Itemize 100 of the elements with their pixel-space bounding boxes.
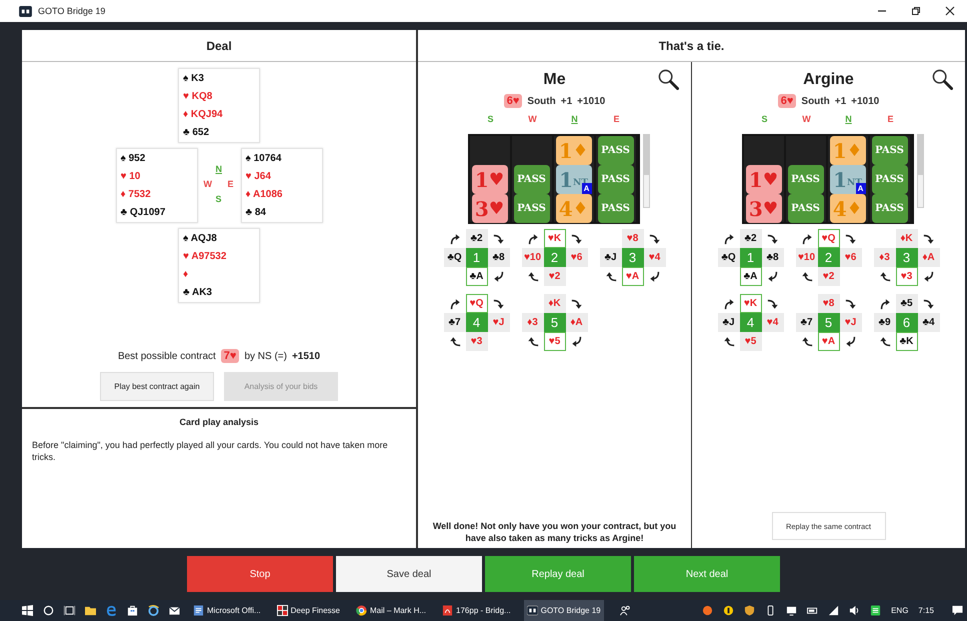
trick-number: 2 xyxy=(818,248,840,267)
score-text: +1010 xyxy=(577,96,606,106)
bid-card: 1♦ xyxy=(556,136,592,165)
search-icon[interactable] xyxy=(658,69,679,90)
trick-number: 1 xyxy=(740,248,762,267)
played-card: ♣2 xyxy=(466,229,488,248)
seat-label: W xyxy=(527,114,538,126)
played-card: ♦K xyxy=(896,229,918,248)
search-icon[interactable] xyxy=(43,605,54,616)
windows-start-icon[interactable] xyxy=(22,605,33,616)
bid-card: PASS xyxy=(514,194,550,223)
played-card: ♥5 xyxy=(544,332,566,351)
played-card: ♥J xyxy=(488,313,510,332)
played-card: ♣7 xyxy=(444,313,466,332)
played-card: ♥10 xyxy=(796,248,818,267)
bid-card: PASS xyxy=(788,165,824,194)
action-button[interactable]: Stop xyxy=(187,556,333,592)
restore-icon[interactable] xyxy=(911,6,921,16)
battery-icon[interactable] xyxy=(807,605,818,616)
trick-number: 4 xyxy=(740,313,762,332)
taskbar-app[interactable]: Mail – Mark H... xyxy=(353,600,430,621)
suit-holding: ♣ 84 xyxy=(246,206,267,218)
played-card: ♣K xyxy=(896,332,918,351)
played-card: ♥Q xyxy=(466,294,488,313)
close-icon[interactable] xyxy=(945,6,955,16)
bid-card: 3♥ xyxy=(746,194,782,223)
people-icon[interactable] xyxy=(620,605,631,616)
bid-card: 1♥ xyxy=(746,165,782,194)
window-title: GOTO Bridge 19 xyxy=(38,6,106,16)
deal-header: Deal xyxy=(22,30,416,62)
clock-time[interactable]: 7:15 xyxy=(918,606,934,615)
trick-number: 4 xyxy=(466,313,488,332)
compass-label: W xyxy=(204,179,212,189)
suit-holding: ♦ 7532 xyxy=(120,188,152,200)
player-name: Me xyxy=(543,71,566,89)
result-header: That's a tie. xyxy=(418,30,965,62)
bid-card: 4♦ xyxy=(556,194,592,223)
suit-holding: ♥ J64 xyxy=(246,171,272,182)
trick-number: 6 xyxy=(896,313,918,332)
overtricks-text: +1 xyxy=(560,96,572,106)
notification-icon[interactable] xyxy=(952,605,963,616)
declarer-text: South xyxy=(801,96,830,106)
seat-label: S xyxy=(760,114,768,126)
taskbar-app[interactable]: 176pp - Bridg... xyxy=(439,600,514,621)
bid-card: PASS xyxy=(598,194,634,223)
deal-button[interactable]: Play best contract again xyxy=(100,372,214,401)
trick-number: 5 xyxy=(818,313,840,332)
grid-icon xyxy=(276,605,288,616)
played-card: ♥3 xyxy=(896,267,918,286)
suit-holding: ♠ 10764 xyxy=(246,153,282,164)
speaker-icon[interactable] xyxy=(849,605,860,616)
envelope-icon[interactable] xyxy=(169,605,180,616)
usb-drive-icon[interactable] xyxy=(765,605,776,616)
search-icon[interactable] xyxy=(932,69,953,90)
folder-icon[interactable] xyxy=(85,605,96,616)
played-card: ♦A xyxy=(918,248,940,267)
suit-holding: ♠ AQJ8 xyxy=(183,233,218,244)
taskbar-app[interactable]: Deep Finesse xyxy=(274,600,343,621)
app-icon xyxy=(19,6,32,16)
played-card: ♥J xyxy=(840,313,862,332)
shield-icon[interactable] xyxy=(744,605,756,616)
browser-icon xyxy=(356,605,367,616)
seat-label: E xyxy=(886,114,894,126)
contract-badge: 6♥ xyxy=(778,94,796,108)
tray-app-icon[interactable] xyxy=(723,605,734,616)
tray-app-icon[interactable] xyxy=(870,605,882,616)
suit-holding: ♦ xyxy=(183,268,190,280)
shopping-bag-icon[interactable] xyxy=(127,605,138,616)
played-card: ♥A xyxy=(622,267,644,286)
bid-card: PASS xyxy=(872,194,908,223)
trick-number: 3 xyxy=(622,248,644,267)
browser-icon[interactable] xyxy=(148,605,159,616)
monitor-icon[interactable] xyxy=(786,605,798,616)
seat-label: N xyxy=(570,114,579,126)
task-view-icon[interactable] xyxy=(64,605,75,616)
played-card: ♣A xyxy=(740,267,762,286)
result-message: Well done! Not only have you won your contract, but you have also taken as many tricks as Argine! xyxy=(432,520,678,544)
browser-icon[interactable] xyxy=(106,605,117,616)
scrollbar[interactable] xyxy=(916,134,924,208)
played-card: ♣Q xyxy=(718,248,740,267)
suit-holding: ♣ 652 xyxy=(183,126,210,138)
declarer-text: by NS (=) xyxy=(244,350,287,362)
bid-card: 3♥ xyxy=(472,194,508,223)
taskbar-app[interactable]: GOTO Bridge 19 xyxy=(524,600,604,621)
scrollbar[interactable] xyxy=(642,134,650,208)
analysis-text: Before "claiming", you had perfectly played all your cards. You could not have taken more tricks. xyxy=(32,439,389,463)
bid-card: PASS xyxy=(514,165,550,194)
language-indicator[interactable]: ENG xyxy=(891,606,908,615)
suit-holding: ♥ 10 xyxy=(120,171,142,182)
suit-holding: ♠ K3 xyxy=(183,73,205,84)
played-card: ♥A xyxy=(818,332,840,351)
bid-card: PASS xyxy=(598,136,634,165)
played-card: ♦3 xyxy=(522,313,544,332)
taskbar-app[interactable]: Microsoft Offi... xyxy=(190,600,264,621)
played-card: ♣Q xyxy=(444,248,466,267)
played-card: ♥2 xyxy=(818,267,840,286)
bid-card: PASS xyxy=(788,194,824,223)
suit-holding: ♦ KQJ94 xyxy=(183,108,224,120)
played-card: ♣8 xyxy=(762,248,784,267)
action-button[interactable]: Save deal xyxy=(336,556,482,592)
